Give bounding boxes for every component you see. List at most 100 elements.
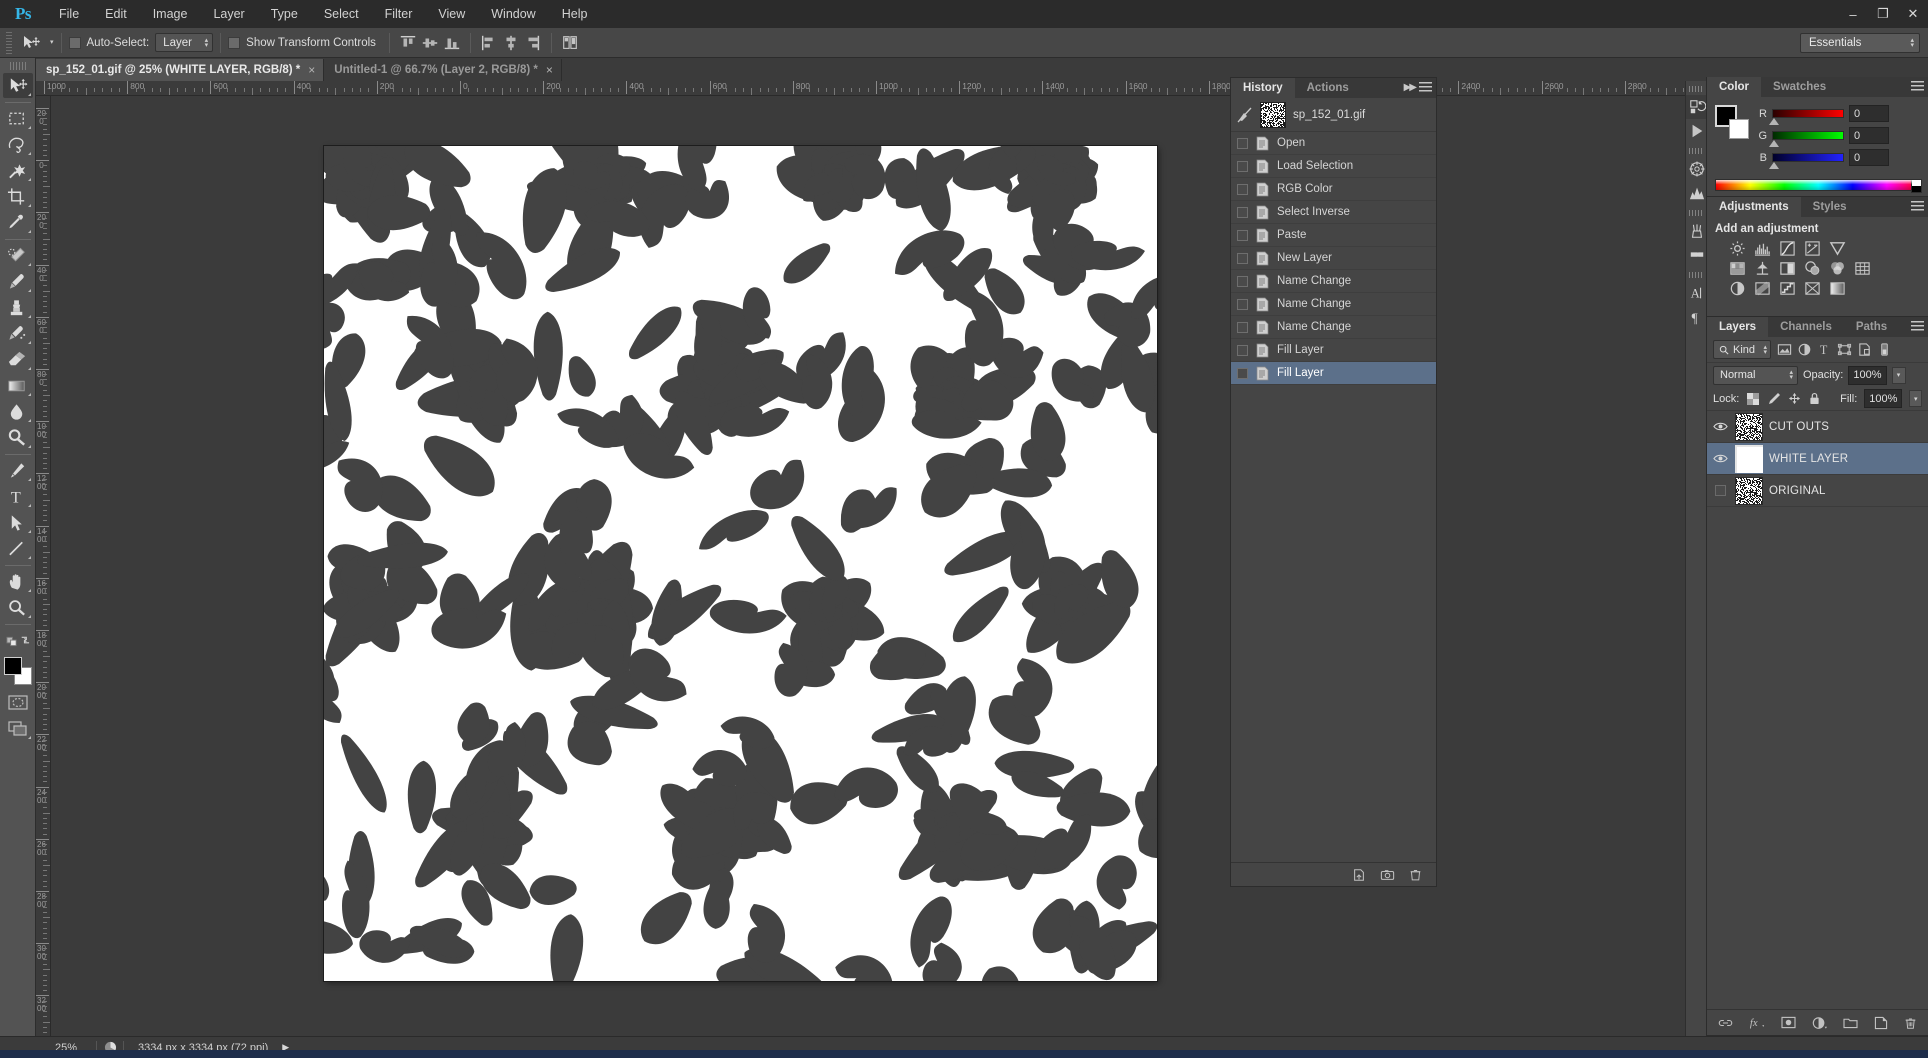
menu-image[interactable]: Image	[140, 0, 201, 28]
menu-help[interactable]: Help	[549, 0, 601, 28]
channel-slider-g[interactable]	[1769, 131, 1844, 147]
distribute-panel-button[interactable]	[559, 32, 581, 54]
channel-value-b[interactable]: 0	[1849, 149, 1889, 166]
filter-pixel-button[interactable]	[1775, 341, 1794, 359]
auto-select-scope-dropdown[interactable]: Layer ▴ ▾	[155, 33, 214, 52]
layer-visibility-eye-icon[interactable]	[1711, 418, 1729, 436]
align-vertical-centers-button[interactable]	[419, 32, 441, 54]
tab-history[interactable]: History	[1231, 78, 1295, 98]
swap-reset-colors[interactable]	[3, 628, 33, 653]
brightness-contrast-button[interactable]	[1727, 239, 1748, 257]
layer-visibility-eye-icon[interactable]	[1711, 450, 1729, 468]
close-icon-2[interactable]: ×	[546, 63, 553, 77]
channel-value-g[interactable]: 0	[1849, 127, 1889, 144]
history-snapshot-checkbox[interactable]	[1237, 183, 1248, 195]
path-selection-tool[interactable]	[3, 510, 33, 535]
delete-state-icon[interactable]	[1409, 868, 1422, 882]
workspace-switcher[interactable]: Essentials ▴ ▾	[1800, 33, 1920, 53]
posterize-button[interactable]	[1752, 279, 1773, 297]
opacity-field[interactable]: 100%	[1848, 365, 1887, 385]
history-panel-button[interactable]	[1686, 95, 1707, 119]
gradient-map-button[interactable]	[1827, 279, 1848, 297]
layer-row[interactable]: CUT OUTS	[1707, 411, 1928, 443]
color-spectrum-bar[interactable]	[1715, 179, 1922, 193]
options-bar-grip[interactable]	[4, 31, 14, 54]
fill-field[interactable]: 100%	[1864, 389, 1903, 408]
crop-tool[interactable]	[3, 184, 33, 209]
history-state-row[interactable]: Select Inverse	[1231, 201, 1436, 224]
align-horizontal-centers-button[interactable]	[500, 32, 522, 54]
panel-menu-icon[interactable]	[1911, 321, 1924, 332]
history-brush-tool[interactable]	[3, 321, 33, 346]
history-snapshot-checkbox[interactable]	[1237, 252, 1248, 264]
screen-mode[interactable]	[3, 716, 33, 741]
close-button[interactable]: ✕	[1898, 0, 1928, 28]
magic-wand-tool[interactable]	[3, 158, 33, 183]
history-snapshot-checkbox[interactable]	[1237, 275, 1248, 287]
menu-view[interactable]: View	[425, 0, 478, 28]
history-state-row[interactable]: New Layer	[1231, 247, 1436, 270]
spot-healing-brush-tool[interactable]	[3, 243, 33, 268]
history-snapshot-checkbox[interactable]	[1237, 229, 1248, 241]
vertical-ruler[interactable]: 200 0 200 400 600 800 1000 1200 1400 1600 1800 2000…	[36, 96, 51, 1036]
panel-menu-icon[interactable]	[1419, 82, 1432, 93]
history-state-row[interactable]: Name Change	[1231, 270, 1436, 293]
filter-smart-object-button[interactable]	[1855, 341, 1874, 359]
dodge-tool[interactable]	[3, 425, 33, 450]
new-fill-adjustment-icon[interactable]	[1812, 1016, 1827, 1030]
hand-tool[interactable]	[3, 569, 33, 594]
layer-row[interactable]: ORIGINAL	[1707, 475, 1928, 507]
rectangular-marquee-tool[interactable]	[3, 106, 33, 131]
line-tool[interactable]	[3, 536, 33, 561]
toolbox-foreground-swatch[interactable]	[3, 657, 22, 675]
slider-thumb-icon[interactable]	[1769, 162, 1779, 169]
blend-mode-dropdown[interactable]: Normal ▴ ▾	[1713, 365, 1798, 385]
create-document-from-state-icon[interactable]	[1352, 868, 1366, 882]
tab-styles[interactable]: Styles	[1801, 197, 1859, 217]
slider-thumb-icon[interactable]	[1769, 140, 1779, 147]
gradient-tool[interactable]	[3, 373, 33, 398]
layer-visibility-off-icon[interactable]	[1711, 482, 1729, 500]
eraser-tool[interactable]	[3, 347, 33, 372]
delete-layer-icon[interactable]	[1904, 1016, 1917, 1030]
photo-filter-button[interactable]	[1802, 259, 1823, 277]
slider-thumb-icon[interactable]	[1769, 118, 1779, 125]
history-snapshot-checkbox[interactable]	[1237, 137, 1248, 149]
menu-filter[interactable]: Filter	[372, 0, 426, 28]
tab-color[interactable]: Color	[1707, 77, 1762, 97]
history-state-row[interactable]: Load Selection	[1231, 155, 1436, 178]
filter-toggle-button[interactable]	[1875, 341, 1894, 359]
history-snapshot-checkbox[interactable]	[1237, 321, 1248, 333]
history-state-row[interactable]: Open	[1231, 132, 1436, 155]
eyedropper-tool[interactable]	[3, 210, 33, 235]
new-layer-icon[interactable]	[1874, 1016, 1888, 1030]
rail-group-grip[interactable]	[1689, 272, 1703, 278]
color-swatch-pair[interactable]	[1715, 105, 1749, 139]
layer-thumbnail[interactable]	[1735, 444, 1763, 473]
tab-actions[interactable]: Actions	[1295, 78, 1361, 98]
layer-style-fx-icon[interactable]: fx	[1749, 1016, 1765, 1029]
tab-adjustments[interactable]: Adjustments	[1707, 197, 1801, 217]
document-tab-active[interactable]: sp_152_01.gif @ 25% (WHITE LAYER, RGB/8)…	[36, 59, 325, 81]
tool-preset-chevron-icon[interactable]: ▾	[50, 39, 54, 46]
lock-transparent-pixels-icon[interactable]	[1746, 391, 1759, 406]
menu-select[interactable]: Select	[311, 0, 372, 28]
tab-layers[interactable]: Layers	[1707, 317, 1769, 337]
vibrance-button[interactable]	[1827, 239, 1848, 257]
add-layer-mask-icon[interactable]	[1781, 1016, 1796, 1029]
background-color-swatch[interactable]	[1729, 119, 1749, 139]
brush-tool[interactable]	[3, 269, 33, 294]
history-snapshot-checkbox[interactable]	[1237, 160, 1248, 172]
close-icon[interactable]: ×	[308, 63, 315, 77]
channel-mixer-button[interactable]	[1827, 259, 1848, 277]
history-snapshot-checkbox[interactable]	[1237, 206, 1248, 218]
selective-color-button[interactable]	[1802, 279, 1823, 297]
brush-presets-panel-button[interactable]	[1686, 219, 1707, 243]
toolbox-grip[interactable]	[9, 62, 26, 70]
color-balance-button[interactable]	[1752, 259, 1773, 277]
paragraph-panel-button[interactable]: ¶	[1686, 305, 1707, 329]
actions-play-panel-button[interactable]	[1686, 119, 1707, 143]
clone-stamp-tool[interactable]	[3, 295, 33, 320]
channel-slider-r[interactable]	[1769, 109, 1844, 125]
threshold-button[interactable]	[1777, 279, 1798, 297]
